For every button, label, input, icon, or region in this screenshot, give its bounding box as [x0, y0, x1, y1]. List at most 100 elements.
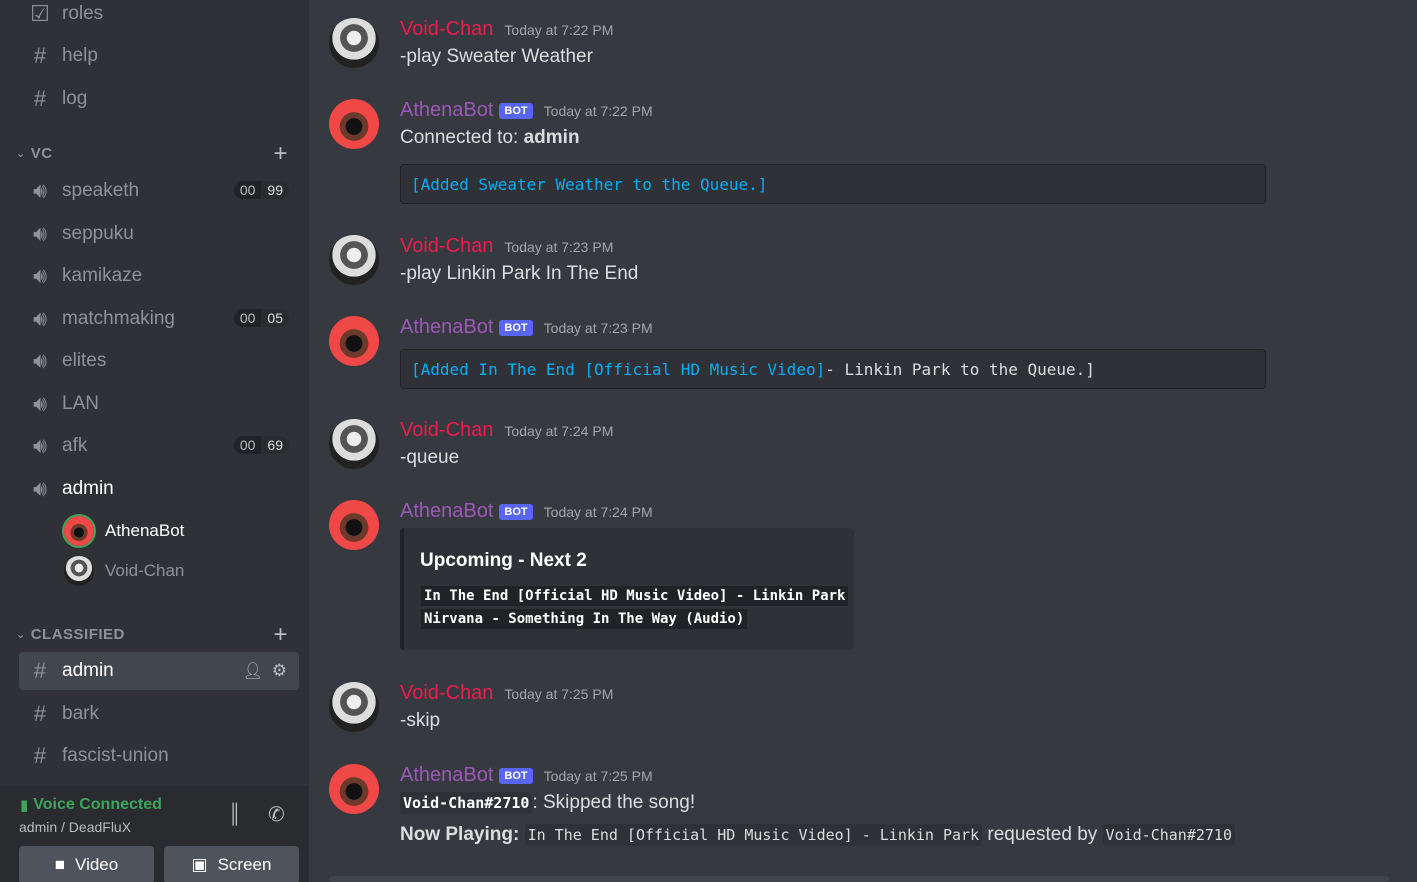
- timestamp: Today at 7:22 PM: [543, 102, 653, 119]
- speaker-locked-icon: 🔊︎: [33, 306, 47, 331]
- invite-icon[interactable]: 👤︎: [243, 661, 263, 681]
- message-text: Connected to: admin: [400, 127, 580, 149]
- username[interactable]: AthenaBot: [400, 316, 493, 339]
- add-channel-icon[interactable]: +: [273, 621, 288, 649]
- channel-sidebar: ☑ roles # help # log ⌄ VC + 🔊︎ speaketh …: [0, 0, 309, 882]
- username[interactable]: AthenaBot: [400, 500, 493, 523]
- requested-by-label: requested by: [987, 824, 1098, 845]
- screen-share-button[interactable]: ▣ Screen: [164, 846, 299, 882]
- avatar[interactable]: [329, 764, 379, 814]
- message-input-edge: [329, 876, 1389, 882]
- queue-link[interactable]: [Added Sweater Weather to the Queue.]: [411, 175, 767, 194]
- message: AthenaBot BOT Today at 7:24 PM Upcoming - …: [329, 500, 1389, 660]
- user-mention-code: Void-Chan#2710: [400, 792, 533, 814]
- channel-label: elites: [62, 350, 107, 371]
- channel-log[interactable]: # log: [19, 80, 299, 118]
- add-channel-icon[interactable]: +: [273, 140, 288, 168]
- hash-icon: #: [33, 43, 47, 68]
- speaker-locked-icon: 🔊︎: [33, 348, 47, 373]
- code-block: [Added In The End [Official HD Music Vid…: [400, 349, 1266, 389]
- queue-link[interactable]: [Added In The End [Official HD Music Vid…: [411, 360, 825, 379]
- voice-status[interactable]: ▮ Voice Connected: [20, 796, 162, 814]
- skip-text: : Skipped the song!: [532, 792, 696, 813]
- queue-entry: Nirvana - Something In The Way (Audio): [421, 609, 748, 629]
- username[interactable]: Void-Chan: [400, 419, 493, 442]
- username[interactable]: Void-Chan: [400, 235, 493, 258]
- avatar[interactable]: [329, 235, 379, 285]
- pill-count: 00: [233, 309, 262, 327]
- channel-fascist-union[interactable]: # fascist-union: [19, 737, 299, 775]
- hash-locked-icon: #: [33, 743, 47, 768]
- voice-channel-speaketh[interactable]: 🔊︎ speaketh 00 99: [19, 172, 299, 210]
- category-classified[interactable]: ⌄ CLASSIFIED +: [16, 621, 296, 648]
- speaker-icon: 🔊︎: [33, 178, 47, 203]
- chevron-down-icon: ⌄: [16, 629, 26, 641]
- voice-channel-elites[interactable]: 🔊︎ elites: [19, 342, 299, 380]
- pill-count: 00: [233, 181, 262, 199]
- avatar[interactable]: [329, 682, 379, 732]
- avatar[interactable]: [329, 500, 379, 550]
- speaker-icon: 🔊︎: [33, 391, 47, 416]
- channel-label: admin: [62, 660, 114, 681]
- voice-channel-afk[interactable]: 🔊︎ afk 00 69: [19, 427, 299, 465]
- user-count-pill: 00 99: [233, 181, 289, 199]
- channel-help[interactable]: # help: [19, 37, 299, 75]
- message: AthenaBot BOT Today at 7:22 PM Connected t…: [329, 99, 1389, 209]
- voice-channel-kamikaze[interactable]: 🔊︎ kamikaze: [19, 257, 299, 295]
- requester-code: Void-Chan#2710: [1102, 824, 1235, 846]
- channel-admin[interactable]: # admin 👤︎ ⚙: [19, 652, 299, 690]
- avatar[interactable]: [329, 99, 379, 149]
- voice-channel-lan[interactable]: 🔊︎ LAN: [19, 385, 299, 423]
- username[interactable]: AthenaBot: [400, 764, 493, 787]
- username[interactable]: AthenaBot: [400, 99, 493, 122]
- voice-channel-admin[interactable]: 🔊︎ admin: [19, 470, 299, 508]
- voice-connection-panel: ▮ Voice Connected admin / DeadFluX ║ ✆ ■…: [0, 786, 309, 882]
- now-playing-label: Now Playing:: [400, 824, 520, 845]
- bot-badge: BOT: [499, 102, 533, 119]
- noise-suppression-icon[interactable]: ║: [228, 804, 241, 826]
- username[interactable]: Void-Chan: [400, 18, 493, 41]
- channel-label: help: [62, 45, 98, 66]
- rules-check-icon: ☑: [30, 1, 50, 26]
- disconnect-icon[interactable]: ✆: [268, 802, 285, 827]
- screen-label: Screen: [217, 855, 272, 874]
- username[interactable]: Void-Chan: [400, 682, 493, 705]
- embed-title: Upcoming - Next 2: [420, 550, 587, 571]
- hash-icon: #: [33, 86, 47, 111]
- voice-member-athenabot[interactable]: AthenaBot: [64, 516, 184, 546]
- video-button[interactable]: ■ Video: [19, 846, 154, 882]
- code-block: [Added Sweater Weather to the Queue.]: [400, 164, 1266, 204]
- screen-share-icon: ▣: [191, 855, 208, 874]
- channel-label: log: [62, 88, 88, 109]
- pill-limit: 05: [261, 309, 289, 327]
- speaker-locked-icon: 🔊︎: [33, 476, 47, 501]
- channel-label: fascist-union: [62, 745, 169, 766]
- voice-member-void-chan[interactable]: Void-Chan: [64, 556, 184, 586]
- message: AthenaBot BOT Today at 7:23 PM [Added In T…: [329, 316, 1389, 396]
- message: Void-Chan Today at 7:23 PM -play Linkin P…: [329, 235, 1389, 295]
- timestamp: Today at 7:22 PM: [504, 21, 614, 38]
- channel-label: seppuku: [62, 223, 134, 244]
- member-name: AthenaBot: [105, 521, 185, 540]
- camera-icon: ■: [54, 855, 66, 874]
- avatar[interactable]: [329, 18, 379, 68]
- avatar: [64, 556, 94, 586]
- voice-channel-matchmaking[interactable]: 🔊︎ matchmaking 00 05: [19, 300, 299, 338]
- gear-icon[interactable]: ⚙: [272, 661, 287, 681]
- channel-label: afk: [62, 435, 88, 456]
- message: Void-Chan Today at 7:25 PM -skip: [329, 682, 1389, 742]
- queue-entry: In The End [Official HD Music Video] - L…: [421, 586, 849, 606]
- pill-limit: 69: [261, 436, 289, 454]
- channel-label: roles: [62, 3, 104, 24]
- channel-bark[interactable]: # bark: [19, 695, 299, 733]
- category-vc[interactable]: ⌄ VC +: [16, 140, 296, 167]
- timestamp: Today at 7:25 PM: [504, 685, 614, 702]
- speaker-icon: 🔊︎: [33, 433, 47, 458]
- channel-roles[interactable]: ☑ roles: [19, 0, 299, 33]
- voice-channel-seppuku[interactable]: 🔊︎ seppuku: [19, 215, 299, 253]
- avatar[interactable]: [329, 419, 379, 469]
- message-text: -play Linkin Park In The End: [400, 263, 639, 284]
- text-bold: admin: [523, 127, 580, 148]
- message-text: -play Sweater Weather: [400, 46, 593, 67]
- avatar[interactable]: [329, 316, 379, 366]
